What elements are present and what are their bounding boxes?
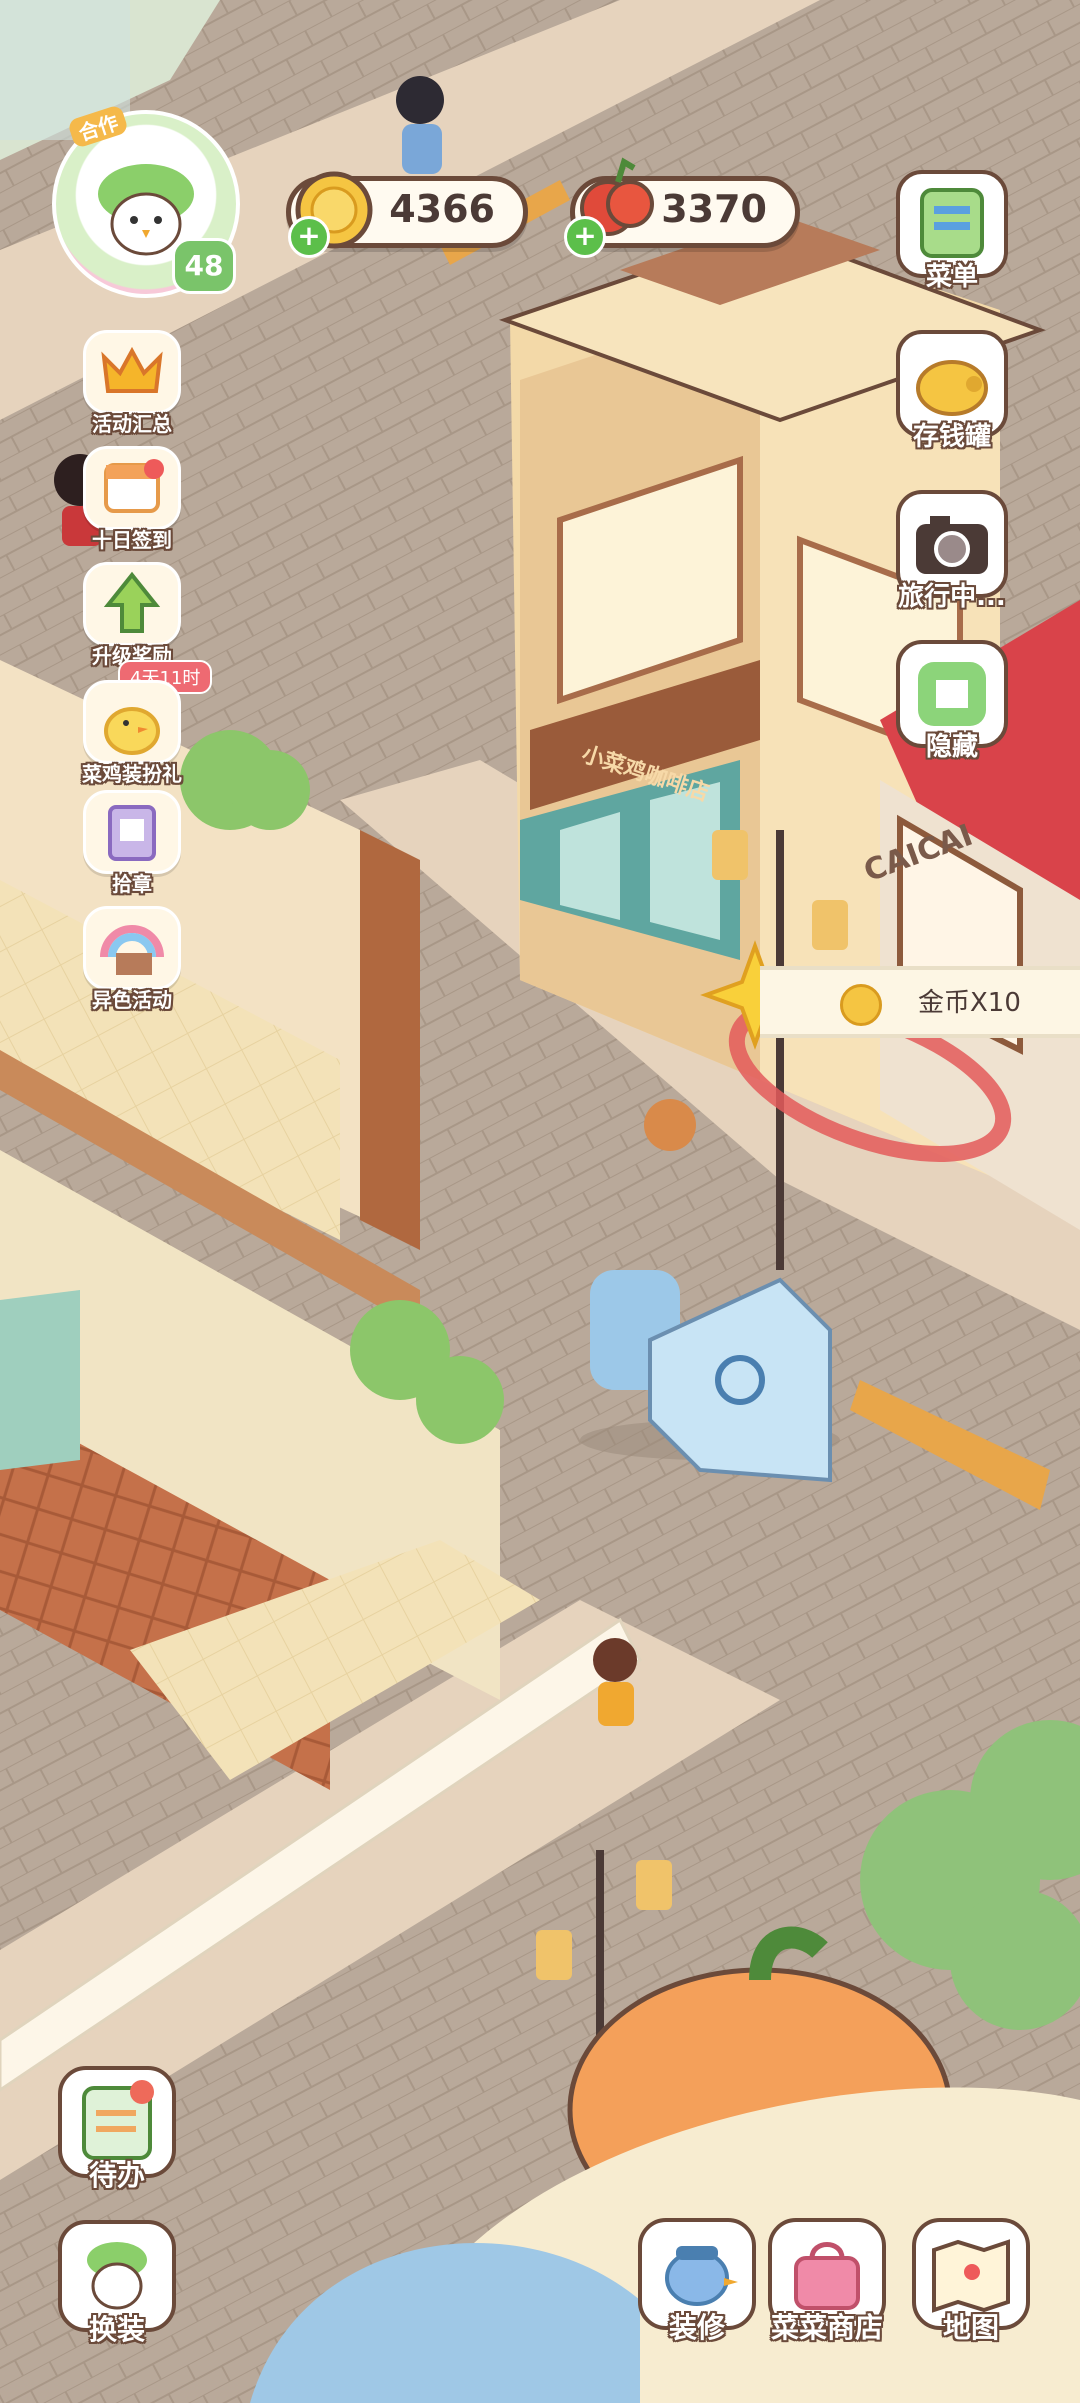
stamp-collection-label: 拾章 [112, 872, 152, 896]
reward-notification: 金币X10 [760, 966, 1080, 1038]
vegetable-shop-label: 菜菜商店 [770, 2311, 883, 2344]
tomato-amount: 3370 [661, 187, 767, 231]
outfit-button[interactable]: 换装 [52, 2220, 182, 2348]
vegetable-shop-button[interactable]: 菜菜商店 [762, 2218, 892, 2346]
stamp-album-icon [83, 790, 181, 874]
player-level: 48 [172, 238, 236, 294]
menu-label: 菜单 [925, 262, 978, 292]
add-tomatoes-button[interactable]: + [564, 216, 606, 258]
reward-text: 金币X10 [918, 988, 1021, 1018]
coin-icon [840, 984, 882, 1026]
chick-icon [83, 680, 181, 764]
hide-ui-button[interactable]: 隐藏 [892, 640, 1012, 763]
variant-event-button[interactable]: 异色活动 [72, 906, 192, 1013]
map-label: 地图 [942, 2311, 999, 2344]
level-up-reward-button[interactable]: 升级奖励 [72, 562, 192, 669]
traveling-label: 旅行中... [898, 582, 1006, 612]
traveling-button[interactable]: 旅行中... [892, 490, 1012, 613]
outfit-label: 换装 [88, 2313, 145, 2346]
piggy-bank-label: 存钱罐 [912, 422, 991, 452]
calendar-icon [83, 446, 181, 530]
menu-button[interactable]: 菜单 [892, 170, 1012, 293]
ten-day-checkin-label: 十日签到 [92, 528, 172, 552]
rainbow-book-icon [83, 906, 181, 990]
event-summary-button[interactable]: 活动汇总 [72, 330, 192, 437]
add-coins-button[interactable]: + [288, 216, 330, 258]
level-up-arrow-icon [83, 562, 181, 646]
todo-label: 待办 [88, 2159, 145, 2192]
piggy-bank-button[interactable]: 存钱罐 [892, 330, 1012, 453]
event-summary-label: 活动汇总 [92, 412, 172, 436]
chick-outfit-gift-button[interactable]: 菜鸡装扮礼 [72, 680, 192, 787]
decorate-button[interactable]: 装修 [632, 2218, 762, 2346]
chick-outfit-gift-label: 菜鸡装扮礼 [82, 762, 182, 786]
coin-amount: 4366 [389, 187, 495, 231]
map-button[interactable]: 地图 [906, 2218, 1036, 2346]
stamp-collection-button[interactable]: 拾章 [72, 790, 192, 897]
crown-icon [83, 330, 181, 414]
decorate-label: 装修 [668, 2311, 725, 2344]
todo-button[interactable]: 待办 [52, 2066, 182, 2194]
hide-ui-label: 隐藏 [925, 732, 978, 762]
variant-event-label: 异色活动 [92, 988, 172, 1012]
ten-day-checkin-button[interactable]: 十日签到 [72, 446, 192, 553]
